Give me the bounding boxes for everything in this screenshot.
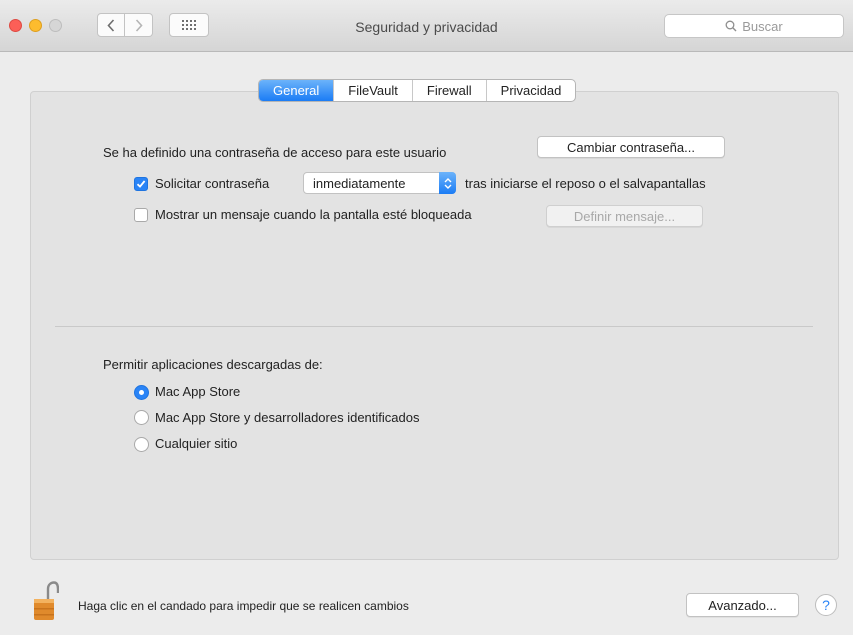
show-message-checkbox[interactable] xyxy=(134,208,148,222)
search-field[interactable]: Buscar xyxy=(664,14,844,38)
radio-anywhere-label: Cualquier sitio xyxy=(155,436,238,451)
help-icon: ? xyxy=(822,597,830,613)
tab-general[interactable]: General xyxy=(259,80,334,101)
password-delay-select[interactable]: inmediatamente xyxy=(303,172,456,194)
lock-hint-text: Haga clic en el candado para impedir que… xyxy=(78,599,409,613)
radio-identified-developers[interactable] xyxy=(134,410,149,425)
tab-privacidad[interactable]: Privacidad xyxy=(485,80,576,101)
radio-anywhere[interactable] xyxy=(134,437,149,452)
search-icon xyxy=(725,20,737,32)
search-placeholder: Buscar xyxy=(742,18,783,34)
advanced-button[interactable]: Avanzado... xyxy=(686,593,799,617)
change-password-button[interactable]: Cambiar contraseña... xyxy=(537,136,725,158)
set-message-button[interactable]: Definir mensaje... xyxy=(546,205,703,227)
title-bar: Seguridad y privacidad Buscar xyxy=(0,0,853,52)
unlocked-padlock-icon[interactable] xyxy=(33,581,59,621)
allow-apps-heading: Permitir aplicaciones descargadas de: xyxy=(103,357,323,372)
password-status-text: Se ha definido una contraseña de acceso … xyxy=(103,145,447,160)
tab-firewall[interactable]: Firewall xyxy=(411,80,486,101)
password-delay-value: inmediatamente xyxy=(313,176,406,191)
select-arrows-icon xyxy=(439,172,456,194)
radio-mac-app-store-label: Mac App Store xyxy=(155,384,241,399)
require-password-label: Solicitar contraseña xyxy=(155,176,270,191)
show-message-label: Mostrar un mensaje cuando la pantalla es… xyxy=(155,207,472,222)
tab-bar: General FileVault Firewall Privacidad xyxy=(258,79,577,102)
checkmark-icon xyxy=(136,180,146,188)
radio-identified-developers-label: Mac App Store y desarrolladores identifi… xyxy=(155,410,420,425)
tab-filevault[interactable]: FileVault xyxy=(333,80,412,101)
help-button[interactable]: ? xyxy=(815,594,837,616)
radio-mac-app-store[interactable] xyxy=(134,385,149,400)
preferences-window: Seguridad y privacidad Buscar General Fi… xyxy=(0,0,853,635)
require-password-suffix: tras iniciarse el reposo o el salvapanta… xyxy=(465,176,706,191)
require-password-checkbox[interactable] xyxy=(134,177,148,191)
section-divider xyxy=(55,326,813,327)
